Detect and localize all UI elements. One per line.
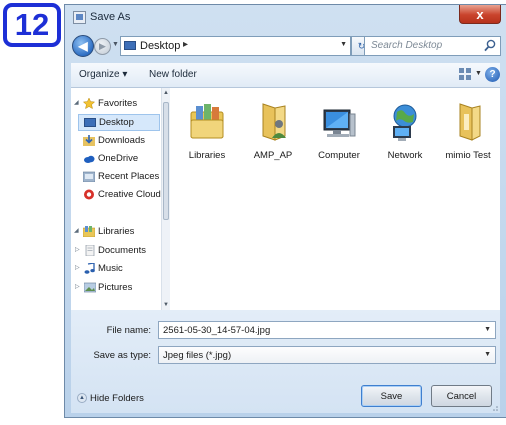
save-as-type-select[interactable]: Jpeg files (*.jpg) ▼ (158, 346, 496, 364)
libraries-folder-icon (190, 104, 224, 139)
nav-item-label: OneDrive (98, 153, 139, 164)
save-button[interactable]: Save (361, 385, 422, 407)
title-bar: Save As x (65, 5, 506, 31)
pictures-icon (84, 282, 96, 293)
nav-item-pictures[interactable]: ▷ Pictures (75, 280, 165, 297)
nav-item-label: Downloads (98, 135, 145, 146)
step-number-badge: 12 (3, 3, 61, 47)
file-name-dropdown-icon[interactable]: ▼ (484, 326, 491, 333)
help-icon[interactable]: ? (485, 67, 500, 82)
save-as-dialog: Save As x ◀ ▶ ▼ Desktop ▸ ▼ ↻ Search Des… (64, 4, 506, 418)
collapsed-arrow-icon[interactable]: ▷ (75, 246, 80, 253)
nav-item-label: Music (98, 263, 123, 274)
file-item-libraries[interactable]: Libraries (174, 102, 240, 172)
downloads-icon (83, 135, 95, 146)
nav-item-label: Recent Places (98, 171, 160, 182)
desktop-location-icon (124, 41, 136, 50)
hide-folders-button[interactable]: ▲ Hide Folders (77, 393, 144, 404)
user-folder-icon (262, 103, 286, 141)
navigation-bar: ◀ ▶ ▼ Desktop ▸ ▼ ↻ Search Desktop (65, 31, 506, 62)
expanded-arrow-icon[interactable]: ◢ (74, 99, 79, 106)
file-name-value: 2561-05-30_14-57-04.jpg (163, 325, 271, 336)
search-input[interactable]: Search Desktop (364, 36, 501, 56)
nav-item-desktop[interactable]: Desktop (78, 114, 160, 131)
nav-item-label: Favorites (98, 98, 138, 109)
file-item-network[interactable]: Network (372, 102, 438, 172)
nav-item-libraries[interactable]: ◢ Libraries (71, 224, 160, 241)
dialog-icon (73, 11, 86, 24)
nav-item-label: Documents (98, 245, 147, 256)
file-item-name: AMP_AP (253, 150, 293, 161)
nav-item-downloads[interactable]: Downloads (78, 133, 165, 150)
nav-item-label: Pictures (98, 282, 133, 293)
nav-item-music[interactable]: ▷ Music (75, 261, 165, 278)
file-item-mimio-test[interactable]: mimio Test (435, 102, 501, 172)
nav-item-creative-cloud[interactable]: Creative Cloud (78, 187, 165, 204)
scrollbar-thumb[interactable] (163, 102, 169, 220)
resize-grip-icon[interactable] (490, 403, 498, 411)
address-segment-desktop[interactable]: Desktop (140, 40, 180, 52)
file-item-amp-ap[interactable]: AMP_AP (240, 102, 306, 172)
file-name-label: File name: (106, 325, 151, 336)
address-dropdown-icon[interactable]: ▼ (340, 41, 347, 48)
forward-arrow-icon[interactable]: ▶ (94, 38, 111, 55)
views-dropdown-icon[interactable]: ▼ (475, 70, 482, 77)
address-separator-icon[interactable]: ▸ (183, 39, 188, 50)
search-placeholder: Search Desktop (371, 40, 443, 51)
nav-item-label: Desktop (99, 117, 134, 128)
save-as-type-label: Save as type: (93, 350, 151, 361)
dialog-title: Save As (90, 11, 131, 23)
scroll-up-icon[interactable]: ▲ (163, 90, 169, 96)
file-item-computer[interactable]: Computer (306, 102, 372, 172)
command-toolbar: Organize ▾ New folder ▼ ? (71, 63, 500, 88)
chevron-up-icon: ▲ (77, 393, 87, 404)
back-arrow-icon[interactable]: ◀ (72, 35, 94, 57)
desktop-icon (84, 118, 96, 127)
music-icon (84, 263, 95, 274)
nav-item-onedrive[interactable]: OneDrive (78, 151, 165, 168)
organize-button[interactable]: Organize ▾ (79, 69, 127, 80)
collapsed-arrow-icon[interactable]: ▷ (75, 283, 80, 290)
file-item-name: Libraries (188, 150, 226, 161)
cancel-button[interactable]: Cancel (431, 385, 492, 407)
documents-icon (85, 245, 95, 256)
file-item-name: Computer (318, 150, 360, 161)
history-dropdown-icon[interactable]: ▼ (112, 41, 119, 48)
close-button[interactable]: x (459, 5, 501, 24)
libraries-icon (83, 226, 95, 237)
network-icon (393, 104, 417, 141)
folder-icon (459, 103, 481, 141)
scroll-down-icon[interactable]: ▼ (163, 302, 169, 308)
nav-item-recent-places[interactable]: Recent Places (78, 169, 165, 186)
cloud-icon (84, 155, 95, 163)
navigation-pane: ◢ Favorites Desktop Downloads OneDrive R… (71, 88, 166, 310)
star-icon (83, 98, 95, 109)
search-icon[interactable] (484, 39, 496, 52)
nav-item-documents[interactable]: ▷ Documents (75, 243, 165, 260)
computer-icon (323, 109, 356, 137)
navigation-pane-scrollbar[interactable]: ▲ ▼ (161, 88, 170, 310)
recent-places-icon (83, 171, 95, 182)
creative-cloud-icon (84, 189, 94, 200)
views-icon[interactable] (459, 68, 471, 80)
expanded-arrow-icon[interactable]: ◢ (74, 227, 79, 234)
file-list-pane: Libraries AMP_AP Computer Network mimio … (170, 88, 500, 310)
collapsed-arrow-icon[interactable]: ▷ (75, 264, 80, 271)
save-as-type-dropdown-icon[interactable]: ▼ (484, 351, 491, 358)
file-item-name: Network (387, 150, 423, 161)
address-bar[interactable]: Desktop ▸ ▼ (120, 36, 351, 56)
nav-item-label: Creative Cloud (98, 189, 161, 200)
file-name-input[interactable]: 2561-05-30_14-57-04.jpg ▼ (158, 321, 496, 339)
save-as-type-value: Jpeg files (*.jpg) (163, 350, 232, 361)
nav-item-favorites[interactable]: ◢ Favorites (71, 96, 160, 113)
file-item-name: mimio Test (445, 150, 491, 161)
nav-item-label: Libraries (98, 226, 135, 237)
save-options-area: File name: 2561-05-30_14-57-04.jpg ▼ Sav… (71, 310, 500, 413)
new-folder-button[interactable]: New folder (149, 69, 197, 80)
hide-folders-label: Hide Folders (90, 393, 144, 404)
